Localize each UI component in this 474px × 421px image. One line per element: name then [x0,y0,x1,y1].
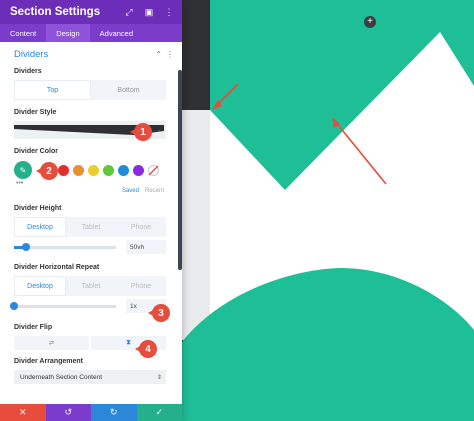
phone-tab[interactable]: Phone [116,217,166,237]
dividers-label: Dividers [14,68,42,75]
check-icon[interactable]: ✓ [136,404,182,421]
callout-marker: 3 [148,304,170,322]
saved-tab[interactable]: Saved [122,188,139,198]
tab-advanced[interactable]: Advanced [90,24,143,42]
more-icon[interactable]: ⋮ [166,50,174,59]
color-swatches: ✎ [0,159,182,181]
desktop-tab[interactable]: Desktop [14,217,66,237]
sidebar-icon[interactable]: ▣ [142,5,156,19]
undo-icon[interactable]: ↺ [45,404,91,421]
tablet-tab[interactable]: Tablet [66,217,116,237]
height-value-input[interactable]: 50vh [126,240,166,254]
panel-title: Section Settings [10,6,101,18]
chevron-up-icon[interactable]: ⌃ [155,50,162,59]
panel-scrollbar[interactable] [178,70,182,270]
no-color-swatch[interactable] [148,164,159,176]
flip-horizontal-option[interactable]: ⇄ [14,336,89,350]
panel-tabs: Content Design Advanced [0,24,182,42]
color-swatch[interactable] [103,164,114,176]
phone-tab[interactable]: Phone [116,276,166,296]
top-option[interactable]: Top [14,80,91,100]
callout-number: 2 [40,162,58,180]
redo-icon[interactable]: ↻ [91,404,137,421]
panel-footer: ✕ ↺ ↻ ✓ [0,404,182,421]
chevron-updown-icon: ⇕ [156,374,162,381]
height-device-tabs: Desktop Tablet Phone [14,217,166,237]
color-swatch[interactable] [88,164,99,176]
chevron-down-icon: ⌄ [156,126,162,133]
callout-number: 4 [139,340,157,358]
add-section-icon[interactable]: + [364,16,376,28]
desktop-tab[interactable]: Desktop [14,276,66,296]
divider-style-label: Divider Style [14,109,57,116]
more-icon[interactable]: ⋮ [162,5,176,19]
eyedropper-icon[interactable]: ✎ [14,161,32,179]
color-swatch[interactable] [133,164,144,176]
divider-repeat-label: Divider Horizontal Repeat [14,264,100,271]
color-swatch[interactable] [118,164,129,176]
callout-marker: 2 [36,162,58,180]
panel-header: Section Settings ⤢ ▣ ⋮ [0,0,182,24]
callout-number: 1 [134,123,152,141]
repeat-slider[interactable] [10,301,116,310]
dividers-toggle: Top Bottom [14,80,166,100]
divider-height-label: Divider Height [14,205,62,212]
section-title: Dividers [14,48,49,60]
color-swatch[interactable] [73,164,84,176]
callout-marker: 4 [135,340,157,358]
bottom-option[interactable]: Bottom [91,80,166,100]
slider-handle[interactable] [22,242,31,251]
tablet-tab[interactable]: Tablet [66,276,116,296]
callout-number: 3 [152,304,170,322]
close-icon[interactable]: ✕ [0,404,46,421]
color-swatch[interactable] [58,164,69,176]
more-colors-icon[interactable]: ••• [0,180,182,188]
color-tabs: Saved Recent [0,188,182,198]
divider-color-label: Divider Color [14,148,58,155]
callout-marker: 1 [130,123,152,141]
recent-tab[interactable]: Recent [145,188,164,198]
tab-design[interactable]: Design [46,24,90,42]
repeat-device-tabs: Desktop Tablet Phone [14,276,166,296]
tab-content[interactable]: Content [0,24,46,42]
height-slider-row: 50vh [0,237,182,257]
expand-icon[interactable]: ⤢ [122,5,136,19]
divider-arrangement-select[interactable]: Underneath Section Content ⇕ [14,370,166,384]
divider-flip-label: Divider Flip [14,324,53,331]
dividers-section-header[interactable]: Dividers ⌃ ⋮ [0,42,182,66]
slider-handle[interactable] [10,301,18,310]
clear-color-icon [148,165,159,175]
arrangement-value: Underneath Section Content [20,373,103,381]
height-slider[interactable] [14,242,116,251]
